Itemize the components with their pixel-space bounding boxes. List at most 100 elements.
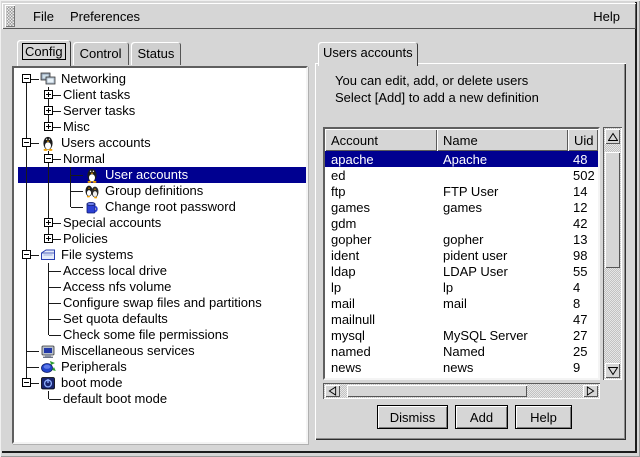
table-cell: apache — [325, 152, 437, 167]
tree-row[interactable]: Networking — [18, 71, 306, 87]
tree-row[interactable]: default boot mode — [18, 391, 306, 407]
tree-row[interactable]: Configure swap files and partitions — [18, 295, 306, 311]
table-row[interactable]: mailnull47 — [325, 311, 598, 327]
table-row[interactable]: mailmail8 — [325, 295, 598, 311]
vertical-scrollbar-thumb[interactable] — [605, 152, 620, 268]
tree-row[interactable]: Set quota defaults — [18, 311, 306, 327]
table-cell: ed — [325, 168, 437, 183]
dismiss-button[interactable]: Dismiss — [377, 405, 448, 429]
tree-row[interactable]: Change root password — [18, 199, 306, 215]
menu-file[interactable]: File — [25, 6, 62, 27]
table-cell: lp — [325, 280, 437, 295]
window-frame-bottom — [2, 451, 637, 453]
vertical-scrollbar[interactable] — [603, 127, 622, 380]
table-row[interactable]: identpident user98 — [325, 247, 598, 263]
expander-minus-icon[interactable] — [22, 378, 31, 387]
tree-connector — [62, 183, 84, 199]
column-header-name[interactable]: Name — [437, 129, 568, 151]
tree-row[interactable]: Misc — [18, 119, 306, 135]
tree-connector — [62, 167, 84, 183]
scroll-right-button[interactable] — [583, 385, 598, 397]
tree-guide — [18, 391, 40, 407]
tree-row[interactable]: Peripherals — [18, 359, 306, 375]
tree-guide — [18, 103, 40, 119]
right-arrow-icon — [586, 386, 595, 396]
menu-preferences[interactable]: Preferences — [62, 6, 148, 27]
help-button[interactable]: Help — [515, 405, 572, 429]
tree-row[interactable]: Users accounts — [18, 135, 306, 151]
table-row[interactable]: mysqlMySQL Server27 — [325, 327, 598, 343]
table-row[interactable]: gdm42 — [325, 215, 598, 231]
menu-help[interactable]: Help — [585, 6, 628, 27]
table-row[interactable]: lplp4 — [325, 279, 598, 295]
expander-plus-icon[interactable] — [44, 122, 53, 131]
tab-users-accounts[interactable]: Users accounts — [318, 42, 418, 66]
tree-row[interactable]: User accounts — [18, 167, 306, 183]
table-row[interactable]: ftpFTP User14 — [325, 183, 598, 199]
table-cell: LDAP User — [437, 264, 568, 279]
linuxconf-window: File Preferences Help Config Control Sta… — [0, 0, 640, 457]
horizontal-scrollbar-thumb[interactable] — [347, 385, 527, 397]
table-row[interactable]: ed 502 — [325, 167, 598, 183]
tree-row[interactable]: Normal — [18, 151, 306, 167]
left-arrow-icon — [328, 386, 337, 396]
tree-guide — [18, 215, 40, 231]
peripherals-icon — [40, 359, 57, 375]
tree-guide — [40, 183, 62, 199]
tree-row[interactable]: Special accounts — [18, 215, 306, 231]
tree-row[interactable]: boot mode — [18, 375, 306, 391]
tree-connector — [40, 151, 62, 167]
tree-label: Server tasks — [62, 103, 139, 119]
tree-connector — [40, 103, 62, 119]
tree-row[interactable]: Check some file permissions — [18, 327, 306, 343]
tree-row[interactable]: File systems — [18, 247, 306, 263]
tree-label: Special accounts — [62, 215, 165, 231]
expander-plus-icon[interactable] — [44, 218, 53, 227]
table-row[interactable]: gamesgames12 — [325, 199, 598, 215]
scroll-down-button[interactable] — [605, 363, 620, 378]
expander-minus-icon[interactable] — [22, 250, 31, 259]
add-button[interactable]: Add — [455, 405, 508, 429]
column-header-account[interactable]: Account — [325, 129, 437, 151]
expander-plus-icon[interactable] — [44, 234, 53, 243]
intro-line-1: You can edit, add, or delete users — [335, 72, 539, 89]
tree-row[interactable]: Client tasks — [18, 87, 306, 103]
tree-row[interactable]: Access nfs volume — [18, 279, 306, 295]
expander-minus-icon[interactable] — [44, 154, 53, 163]
table-row[interactable]: namedNamed25 — [325, 343, 598, 359]
tree-connector — [40, 231, 62, 247]
table-cell: 502 — [568, 168, 598, 183]
tree-guide — [18, 327, 40, 343]
expander-minus-icon[interactable] — [22, 74, 31, 83]
table-row[interactable]: ldapLDAP User55 — [325, 263, 598, 279]
tree-label: User accounts — [104, 167, 192, 183]
scroll-up-button[interactable] — [605, 129, 620, 144]
tab-status[interactable]: Status — [131, 42, 182, 65]
scroll-left-button[interactable] — [325, 385, 340, 397]
expander-minus-icon[interactable] — [22, 138, 31, 147]
penguin-group-icon — [84, 183, 101, 199]
table-cell: Apache — [437, 152, 568, 167]
tree-row[interactable]: Server tasks — [18, 103, 306, 119]
tab-control[interactable]: Control — [73, 42, 129, 65]
tree-connector — [40, 391, 62, 407]
table-cell: mail — [437, 296, 568, 311]
tree-row[interactable]: Group definitions — [18, 183, 306, 199]
table-row[interactable]: apacheApache48 — [325, 151, 598, 167]
table-row[interactable]: newsnews9 — [325, 359, 598, 375]
tab-config[interactable]: Config — [17, 40, 71, 66]
expander-plus-icon[interactable] — [44, 90, 53, 99]
table-cell: news — [437, 360, 568, 375]
menubar-grip-handle[interactable] — [5, 5, 15, 27]
tree-label: Users accounts — [60, 135, 155, 151]
tree-connector — [40, 311, 62, 327]
column-header-uid[interactable]: Uid — [568, 129, 598, 151]
horizontal-scrollbar[interactable] — [323, 383, 600, 399]
tree-row[interactable]: Miscellaneous services — [18, 343, 306, 359]
tree-label: Configure swap files and partitions — [62, 295, 266, 311]
table-row[interactable]: gophergopher13 — [325, 231, 598, 247]
intro-text: You can edit, add, or delete users Selec… — [335, 72, 539, 106]
expander-plus-icon[interactable] — [44, 106, 53, 115]
tree-row[interactable]: Policies — [18, 231, 306, 247]
tree-row[interactable]: Access local drive — [18, 263, 306, 279]
